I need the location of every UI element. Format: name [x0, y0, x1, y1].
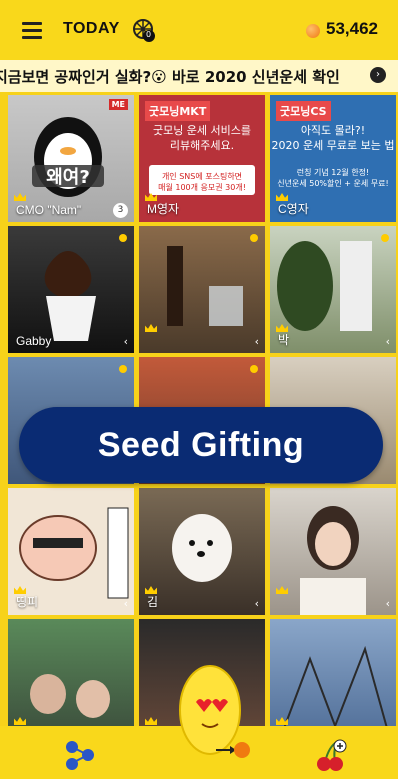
chevron-right-icon[interactable]: ›	[370, 67, 386, 83]
lemon-mascot-icon[interactable]	[172, 662, 252, 774]
tile-label: 김	[147, 595, 159, 609]
chevron-left-icon[interactable]: ‹	[386, 335, 390, 348]
page-title: TODAY	[63, 20, 120, 37]
tile-label: 띵피	[16, 595, 39, 609]
me-badge: ME	[108, 99, 128, 110]
chevron-left-icon[interactable]: ‹	[386, 597, 390, 610]
tile-drinks[interactable]: ‹	[139, 226, 265, 353]
wheel-badge: 0	[146, 30, 152, 39]
tile-ttingpi[interactable]: 띵피 ‹	[8, 488, 134, 615]
chevron-left-icon[interactable]: ‹	[255, 597, 259, 610]
seed-gifting-banner[interactable]: Seed Gifting	[19, 407, 383, 483]
tile-gabby[interactable]: Gabby ‹	[8, 226, 134, 353]
chevron-left-icon[interactable]: ‹	[124, 335, 128, 348]
promo-title: 굿모닝 운세 서비스를 리뷰해주세요.	[152, 124, 252, 152]
tile-label: M영자	[147, 202, 180, 216]
seed-balance[interactable]: 53,462	[326, 19, 378, 39]
promo-tag: 굿모닝CS	[276, 101, 331, 121]
announcement-ticker[interactable]: 지금보면 공짜인거 실화?😮 바로 2020 신년운세 확인 ›	[0, 60, 398, 92]
promo-title: 아직도 몰라?! 2020 운세 무료로 보는 법	[271, 124, 395, 152]
chevron-left-icon[interactable]: ‹	[255, 335, 259, 348]
status-dot	[250, 234, 258, 242]
hamburger-menu-icon[interactable]	[22, 22, 42, 39]
promo-sub: 개인 SNS에 포스팅하면 매월 100개 응모권 30개!	[158, 172, 246, 192]
status-dot	[381, 234, 389, 242]
chevron-left-icon[interactable]: ‹	[124, 597, 128, 610]
crown-icon	[145, 717, 157, 725]
status-dot	[119, 365, 127, 373]
tile-cmo[interactable]: 왜여? ME CMO "Nam" 3	[8, 95, 134, 222]
count-badge: 3	[113, 203, 128, 218]
tile-park[interactable]: 박 ‹	[270, 226, 396, 353]
svg-text:왜여?: 왜여?	[46, 167, 90, 188]
top-header: TODAY 0 53,462	[0, 0, 398, 60]
banner-text: Seed Gifting	[97, 425, 305, 464]
ticker-text: 지금보면 공짜인거 실화?😮 바로 2020 신년운세 확인	[0, 68, 340, 86]
tile-woman[interactable]: ‹	[270, 488, 396, 615]
tile-label: 박	[278, 333, 290, 347]
friends-network-icon[interactable]	[62, 737, 98, 773]
cherry-add-icon[interactable]	[311, 736, 349, 774]
promo-tag: 굿모닝MKT	[145, 101, 211, 121]
promo-sub: 런칭 기념 12월 한정! 신년운세 50%할인 + 운세 무료!	[277, 168, 389, 188]
roulette-wheel-icon[interactable]: 0	[131, 17, 157, 43]
status-dot	[250, 365, 258, 373]
status-dot	[119, 234, 127, 242]
tile-label: CMO "Nam"	[16, 203, 82, 217]
tile-label: Gabby	[16, 334, 52, 348]
tile-label: C영자	[278, 202, 309, 216]
tile-m-promo[interactable]: 굿모닝MKT 굿모닝 운세 서비스를 리뷰해주세요. 개인 SNS에 포스팅하면…	[139, 95, 265, 222]
seed-coin-icon	[306, 24, 320, 38]
tile-c-promo[interactable]: 굿모닝CS 아직도 몰라?! 2020 운세 무료로 보는 법 런칭 기념 12…	[270, 95, 396, 222]
tile-kim[interactable]: 김 ‹	[139, 488, 265, 615]
